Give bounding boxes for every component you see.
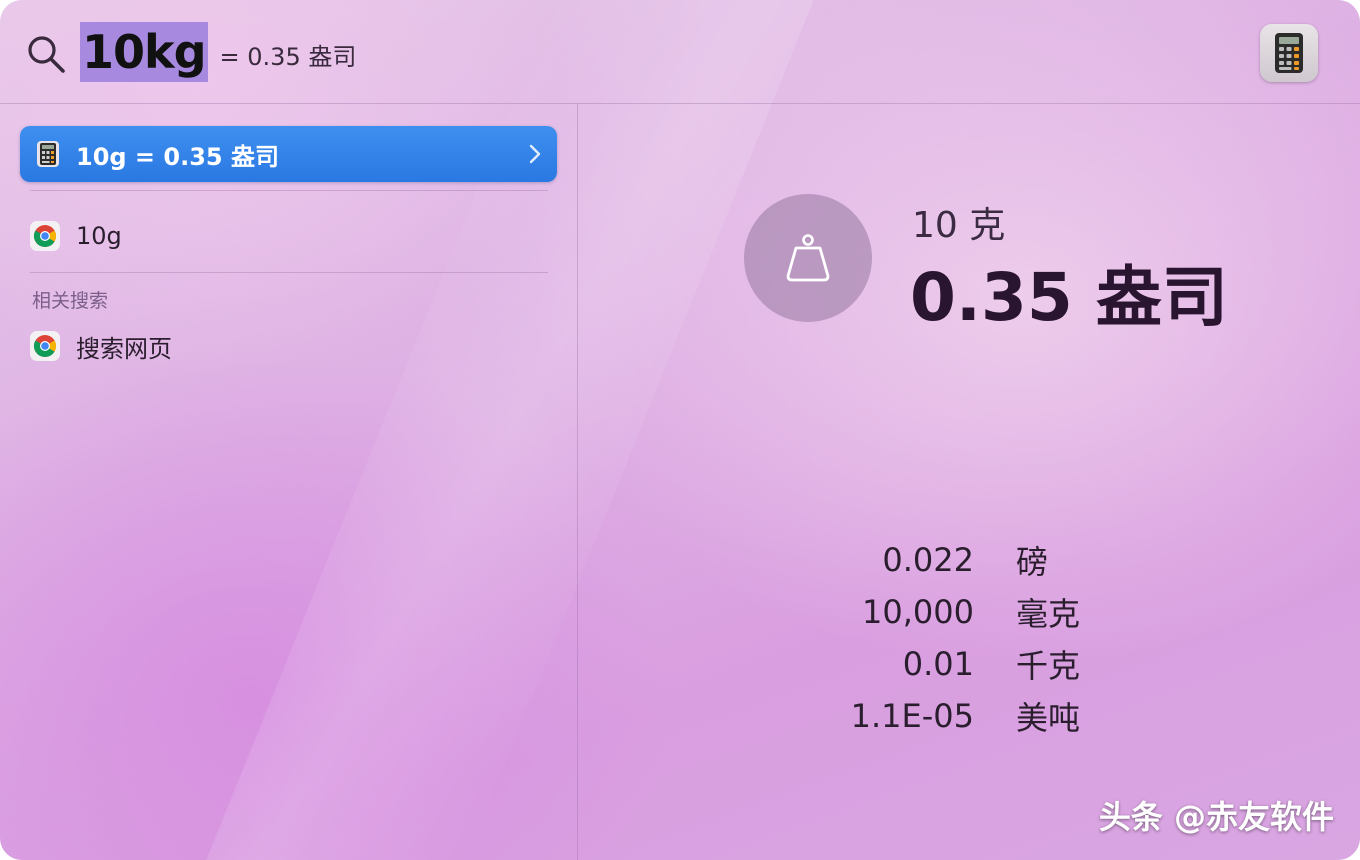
conversion-unit: 毫克 xyxy=(1016,595,1081,633)
conversion-value: 0.01 xyxy=(902,645,974,683)
divider xyxy=(30,272,548,273)
conversion-table: 0.022 磅 10,000 毫克 0.01 千克 1.1E-05 美吨 xyxy=(818,534,1080,742)
spotlight-window: 10kg = 0.35 盎司 10g = 0.35 盎司 10g 相关搜索 搜索… xyxy=(0,0,1360,860)
conversion-value: 10,000 xyxy=(862,593,974,631)
conversion-value: 0.022 xyxy=(882,541,974,579)
search-bar: 10kg = 0.35 盎司 xyxy=(0,0,1360,104)
conversion-unit: 磅 xyxy=(1016,543,1049,581)
search-query-text: 10kg xyxy=(80,22,208,82)
chevron-right-icon xyxy=(529,144,541,164)
conversion-value: 1.1E-05 xyxy=(850,697,974,735)
conversion-row: 10,000 毫克 xyxy=(818,586,1080,638)
top-hit-result[interactable]: 10g = 0.35 盎司 xyxy=(20,126,557,182)
conversion-to: 0.35 盎司 xyxy=(910,259,1228,336)
inline-result: = 0.35 盎司 xyxy=(219,42,357,71)
weight-icon xyxy=(786,234,830,282)
weight-badge xyxy=(744,194,872,322)
conversion-row: 1.1E-05 美吨 xyxy=(818,690,1080,742)
conversion-row: 0.022 磅 xyxy=(818,534,1080,586)
calculator-icon xyxy=(37,141,59,167)
related-searches-header: 相关搜索 xyxy=(32,290,109,312)
results-list: 10g = 0.35 盎司 10g 相关搜索 搜索网页 xyxy=(0,104,578,860)
chrome-icon xyxy=(30,331,60,361)
list-item-10g[interactable]: 10g xyxy=(30,216,122,256)
conversion-from: 10 克 xyxy=(912,205,1006,246)
conversion-unit: 美吨 xyxy=(1016,699,1081,737)
watermark: 头条 @赤友软件 xyxy=(1098,798,1334,836)
list-item-label: 10g xyxy=(76,222,122,250)
calculator-app-icon[interactable] xyxy=(1260,24,1318,82)
calculator-icon xyxy=(1275,33,1303,73)
conversion-unit: 千克 xyxy=(1016,647,1081,685)
search-input[interactable]: 10kg = 0.35 盎司 xyxy=(80,22,356,82)
top-hit-label: 10g = 0.35 盎司 xyxy=(76,142,279,171)
list-item-search-web[interactable]: 搜索网页 xyxy=(30,326,172,366)
list-item-label: 搜索网页 xyxy=(76,334,172,363)
preview-pane: 10 克 0.35 盎司 0.022 磅 10,000 毫克 0.01 千克 1… xyxy=(578,104,1360,860)
chrome-icon xyxy=(30,221,60,251)
search-icon xyxy=(28,36,65,73)
divider xyxy=(30,190,548,191)
conversion-row: 0.01 千克 xyxy=(818,638,1080,690)
